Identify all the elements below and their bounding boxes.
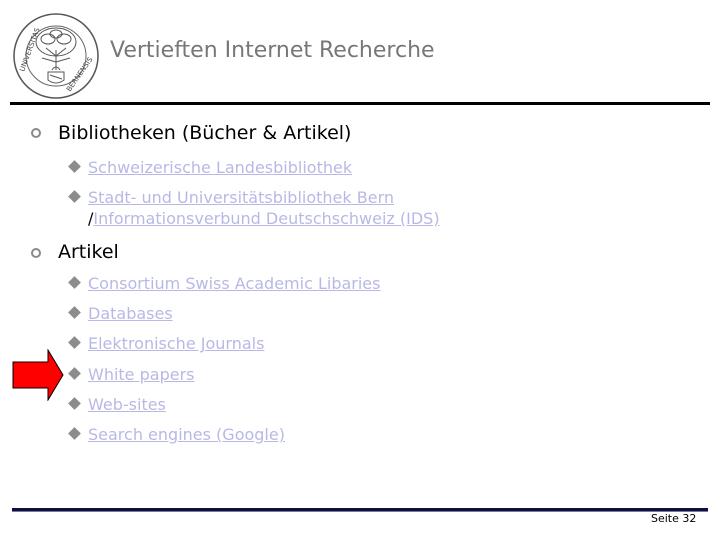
- list-item: Consortium Swiss Academic Libaries: [68, 274, 380, 293]
- diamond-bullet-icon: [68, 427, 81, 440]
- link-stadt-universitaetsbibliothek-bern[interactable]: Stadt- und Universitätsbibliothek Bern: [88, 188, 394, 207]
- footer-divider: [12, 508, 708, 512]
- section-heading-artikel: Artikel: [58, 241, 119, 263]
- page-number: Seite 32: [651, 512, 697, 525]
- diamond-bullet-icon: [68, 367, 81, 380]
- diamond-bullet-icon: [68, 306, 81, 319]
- list-item: Elektronische Journals: [68, 334, 264, 353]
- link-white-papers[interactable]: White papers: [88, 365, 194, 384]
- diamond-bullet-icon: [68, 276, 81, 289]
- link-consortium-swiss-academic-libaries[interactable]: Consortium Swiss Academic Libaries: [88, 274, 380, 293]
- list-item: White papers: [68, 365, 194, 384]
- diamond-bullet-icon: [68, 397, 81, 410]
- circle-bullet-icon: [31, 248, 41, 258]
- link-schweizerische-landesbibliothek[interactable]: Schweizerische Landesbibliothek: [88, 158, 352, 177]
- section-heading-bibliotheken: Bibliotheken (Bücher & Artikel): [58, 122, 352, 144]
- list-item: Search engines (Google): [68, 425, 285, 444]
- list-item: Stadt- und Universitätsbibliothek Bern: [68, 188, 394, 207]
- university-seal-icon: UNIVERSITAS BERNENSIS: [13, 13, 99, 99]
- list-item: Schweizerische Landesbibliothek: [68, 158, 352, 177]
- list-item: Web-sites: [68, 395, 166, 414]
- diamond-bullet-icon: [68, 190, 81, 203]
- link-elektronische-journals[interactable]: Elektronische Journals: [88, 334, 264, 353]
- slide-title: Vertieften Internet Recherche: [110, 38, 435, 63]
- circle-bullet-icon: [31, 128, 41, 138]
- diamond-bullet-icon: [68, 160, 81, 173]
- diamond-bullet-icon: [68, 336, 81, 349]
- link-informationsverbund-deutschschweiz[interactable]: Informationsverbund Deutschschweiz (IDS): [93, 209, 439, 228]
- header-divider: [10, 102, 710, 105]
- red-arrow-icon: [12, 349, 64, 401]
- list-item: Databases: [68, 304, 173, 323]
- link-search-engines[interactable]: Search engines (Google): [88, 425, 285, 444]
- list-item-continuation: /Informationsverbund Deutschschweiz (IDS…: [88, 209, 440, 228]
- link-web-sites[interactable]: Web-sites: [88, 395, 166, 414]
- link-databases[interactable]: Databases: [88, 304, 173, 323]
